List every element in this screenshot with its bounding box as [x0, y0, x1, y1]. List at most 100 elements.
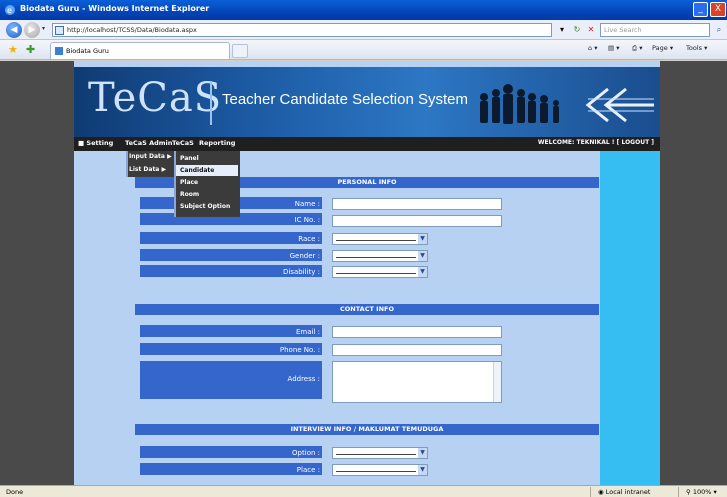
tab-bar: ★ ✚ Biodata Guru ⌂ ▾ ▤ ▾ ⎙ ▾ Page ▾ Tool… — [0, 40, 727, 60]
zoom-control[interactable]: ⚲ 100% ▾ — [686, 488, 717, 496]
zone-label: Local intranet — [605, 488, 651, 496]
feeds-icon[interactable]: ▤ ▾ — [608, 44, 619, 52]
minimize-button[interactable]: _ — [693, 2, 708, 17]
chevron-down-icon: ▼ — [418, 448, 427, 458]
page-menu-label: Page — [652, 44, 668, 52]
search-placeholder: Live Search — [604, 26, 642, 34]
refresh-icon[interactable]: ↻ — [570, 23, 584, 37]
email-row: Email : — [140, 325, 322, 339]
address-dropdown-icon[interactable]: ▾ — [555, 23, 569, 37]
race-label: Race : — [298, 235, 320, 243]
security-zone: ◉ Local intranet — [598, 488, 650, 496]
place-label: Place : — [296, 466, 320, 474]
race-row: Race : — [140, 232, 322, 246]
print-icon[interactable]: ⎙ ▾ — [632, 44, 643, 53]
option-row: Option : — [140, 446, 322, 460]
address-textarea[interactable] — [332, 361, 502, 403]
contact-info-header: CONTACT INFO — [135, 304, 599, 315]
ic-label: IC No. : — [294, 216, 320, 224]
menu-setting-label: Setting — [86, 139, 114, 147]
menu-item-panel[interactable]: Panel — [180, 153, 238, 164]
ic-input[interactable] — [332, 215, 502, 227]
tab-biodata-guru[interactable]: Biodata Guru — [50, 42, 230, 59]
disability-label: Disability : — [282, 268, 320, 276]
stop-icon[interactable]: ✕ — [584, 23, 598, 37]
new-tab-button[interactable] — [232, 44, 248, 58]
tab-page-icon — [55, 47, 63, 55]
submenu-input-data-label: Input Data — [129, 153, 165, 160]
svg-text:e: e — [7, 6, 12, 15]
zoom-label: 100% — [692, 488, 712, 496]
address-toolbar: ◀ ▶ ▾ http://localhost/TCSS/Data/Biodata… — [0, 20, 727, 40]
address-row: Address : — [140, 361, 322, 399]
forward-button[interactable]: ▶ — [24, 22, 40, 38]
internet-explorer-icon: e — [5, 5, 15, 15]
disability-row: Disability : — [140, 265, 322, 279]
submenu-list-data[interactable]: List Data ▶ — [129, 166, 166, 173]
search-icon[interactable]: ⌕ — [713, 23, 725, 37]
tecas-admin-submenu: Input Data ▶ List Data ▶ — [126, 151, 174, 177]
submenu-input-data[interactable]: Input Data ▶ — [129, 153, 172, 160]
page-menu-button[interactable]: Page ▾ — [652, 44, 673, 52]
email-input[interactable] — [332, 326, 502, 338]
tab-label: Biodata Guru — [66, 47, 109, 55]
close-window-button[interactable]: X — [710, 2, 726, 17]
menu-tecas[interactable]: TeCaS — [172, 139, 194, 147]
submenu-list-data-label: List Data — [129, 166, 160, 173]
back-button[interactable]: ◀ — [6, 22, 22, 38]
chevron-down-icon: ▼ — [418, 267, 427, 277]
menu-item-place[interactable]: Place — [180, 177, 238, 188]
name-input[interactable] — [332, 198, 502, 210]
phone-row: Phone No. : — [140, 343, 322, 357]
chevron-down-icon: ▼ — [418, 465, 427, 475]
interview-info-header: INTERVIEW INFO / MAKLUMAT TEMUDUGA — [135, 424, 599, 435]
menu-item-room[interactable]: Room — [180, 189, 238, 200]
race-select[interactable]: ▼ — [332, 233, 428, 245]
recent-pages-dropdown-icon[interactable]: ▾ — [42, 25, 45, 32]
place-select[interactable]: ▼ — [332, 464, 428, 476]
home-icon[interactable]: ⌂ ▾ — [588, 44, 597, 52]
window-title: Biodata Guru - Windows Internet Explorer — [20, 4, 210, 13]
menu-tecas-admin[interactable]: TeCaS Admin — [125, 139, 172, 147]
input-data-submenu: Panel Candidate Place Room Subject Optio… — [174, 151, 240, 217]
web-page: TeCaS Teacher Candidate Selection System — [74, 61, 660, 485]
gender-label: Gender : — [289, 252, 320, 260]
gender-select[interactable]: ▼ — [332, 250, 428, 262]
arrows-graphic — [585, 87, 654, 123]
add-favorites-icon[interactable]: ✚ — [26, 43, 35, 56]
option-select[interactable]: ▼ — [332, 447, 428, 459]
status-bar: Done ◉ Local intranet ⚲ 100% ▾ — [0, 485, 727, 497]
menu-setting[interactable]: ■ Setting — [78, 139, 113, 147]
system-title: Teacher Candidate Selection System — [222, 91, 468, 108]
menu-item-subject-option[interactable]: Subject Option — [180, 201, 238, 212]
zoom-icon: ⚲ — [686, 488, 691, 496]
phone-label: Phone No. : — [279, 346, 320, 354]
window-title-bar: e Biodata Guru - Windows Internet Explor… — [0, 0, 727, 20]
name-label: Name : — [294, 200, 320, 208]
address-url: http://localhost/TCSS/Data/Biodata.aspx — [67, 26, 197, 34]
textarea-scrollbar[interactable] — [493, 362, 501, 402]
option-label: Option : — [292, 449, 320, 457]
right-side-column — [600, 151, 660, 485]
welcome-logout-text[interactable]: WELCOME: TEKNIKAL ! [ LOGOUT ] — [538, 139, 654, 146]
address-bar[interactable]: http://localhost/TCSS/Data/Biodata.aspx — [52, 23, 552, 37]
tecas-logo: TeCaS — [88, 75, 223, 121]
main-menu-bar: ■ Setting TeCaS Admin TeCaS Reporting WE… — [74, 137, 660, 151]
status-text: Done — [6, 488, 24, 496]
menu-item-candidate[interactable]: Candidate — [176, 165, 238, 176]
chevron-down-icon: ▼ — [418, 234, 427, 244]
search-input[interactable]: Live Search — [600, 23, 710, 37]
tools-menu-label: Tools — [686, 44, 703, 52]
page-icon — [55, 26, 64, 35]
menu-reporting[interactable]: Reporting — [199, 139, 235, 147]
zone-icon: ◉ — [598, 488, 604, 496]
gender-row: Gender : — [140, 249, 322, 263]
phone-input[interactable] — [332, 344, 502, 356]
disability-select[interactable]: ▼ — [332, 266, 428, 278]
chevron-down-icon: ▼ — [418, 251, 427, 261]
address-label: Address : — [287, 375, 320, 383]
favorites-star-icon[interactable]: ★ — [8, 43, 18, 56]
place-row: Place : — [140, 463, 322, 477]
tools-menu-button[interactable]: Tools ▾ — [686, 44, 707, 52]
browser-content: TeCaS Teacher Candidate Selection System — [0, 61, 727, 485]
